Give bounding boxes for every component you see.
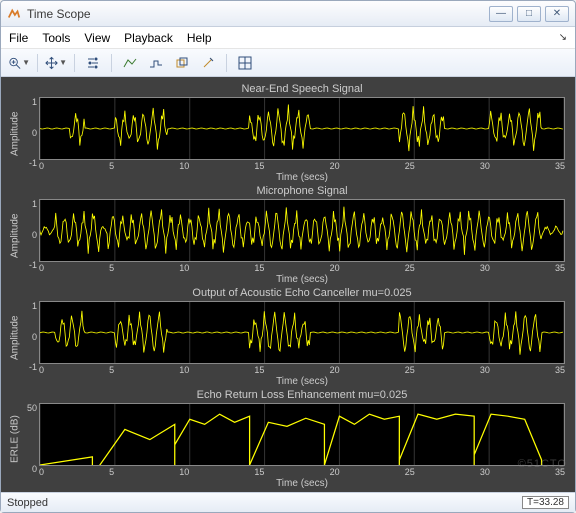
settings-button[interactable]: [81, 52, 105, 74]
plot-title: Near-End Speech Signal: [39, 83, 565, 97]
ylabel: Amplitude: [9, 287, 21, 388]
x-ticks: 05101520253035: [39, 466, 565, 478]
toolbar: ▼ ▼: [1, 49, 575, 77]
subplot-1: Amplitude10-1Microphone Signal 0510152025…: [9, 185, 565, 286]
y-ticks: 500: [21, 389, 39, 490]
pan-button[interactable]: ▼: [44, 52, 68, 74]
y-ticks: 10-1: [21, 83, 39, 184]
subplot-3: ERLE (dB)500Echo Return Loss Enhancement…: [9, 389, 565, 490]
matlab-icon: [7, 7, 21, 21]
y-ticks: 10-1: [21, 185, 39, 286]
maximize-button[interactable]: □: [517, 6, 541, 22]
statusbar: Stopped T=33.28: [1, 492, 575, 512]
axes[interactable]: [39, 199, 565, 262]
toolbar-separator: [74, 54, 75, 72]
window-title: Time Scope: [27, 7, 489, 21]
minimize-button[interactable]: —: [489, 6, 513, 22]
plot-area: Amplitude10-1Near-End Speech Signal05101…: [1, 77, 575, 492]
x-ticks: 05101520253035: [39, 364, 565, 376]
menu-help[interactable]: Help: [187, 31, 212, 45]
x-ticks: 05101520253035: [39, 262, 565, 274]
xlabel: Time (secs): [39, 172, 565, 184]
plot-title: Microphone Signal: [39, 185, 565, 199]
zoom-in-button[interactable]: ▼: [7, 52, 31, 74]
xlabel: Time (secs): [39, 376, 565, 388]
plot-title: Echo Return Loss Enhancement mu=0.025: [39, 389, 565, 403]
xlabel: Time (secs): [39, 478, 565, 490]
ylabel: Amplitude: [9, 83, 21, 184]
overlay-button[interactable]: [170, 52, 194, 74]
menu-view[interactable]: View: [84, 31, 110, 45]
menu-overflow-icon[interactable]: ↘: [559, 32, 567, 43]
time-readout: T=33.28: [522, 496, 569, 509]
menu-tools[interactable]: Tools: [42, 31, 70, 45]
axes[interactable]: [39, 301, 565, 364]
watermark: ©51CTO: [518, 458, 567, 470]
app-window: Time Scope — □ ✕ File Tools View Playbac…: [0, 0, 576, 513]
line-plot-button[interactable]: [118, 52, 142, 74]
subplot-2: Amplitude10-1Output of Acoustic Echo Can…: [9, 287, 565, 388]
axes[interactable]: [39, 403, 565, 466]
ylabel: ERLE (dB): [9, 389, 21, 490]
subplot-0: Amplitude10-1Near-End Speech Signal 05101…: [9, 83, 565, 184]
menubar: File Tools View Playback Help ↘: [1, 27, 575, 49]
toolbar-separator: [226, 54, 227, 72]
menu-file[interactable]: File: [9, 31, 28, 45]
status-text: Stopped: [7, 497, 48, 509]
toolbar-separator: [37, 54, 38, 72]
marker-button[interactable]: [196, 52, 220, 74]
layout-grid-button[interactable]: [233, 52, 257, 74]
close-button[interactable]: ✕: [545, 6, 569, 22]
plot-title: Output of Acoustic Echo Canceller mu=0.0…: [39, 287, 565, 301]
y-ticks: 10-1: [21, 287, 39, 388]
menu-playback[interactable]: Playback: [124, 31, 173, 45]
titlebar[interactable]: Time Scope — □ ✕: [1, 1, 575, 27]
step-plot-button[interactable]: [144, 52, 168, 74]
axes[interactable]: [39, 97, 565, 160]
toolbar-separator: [111, 54, 112, 72]
x-ticks: 05101520253035: [39, 160, 565, 172]
ylabel: Amplitude: [9, 185, 21, 286]
xlabel: Time (secs): [39, 274, 565, 286]
